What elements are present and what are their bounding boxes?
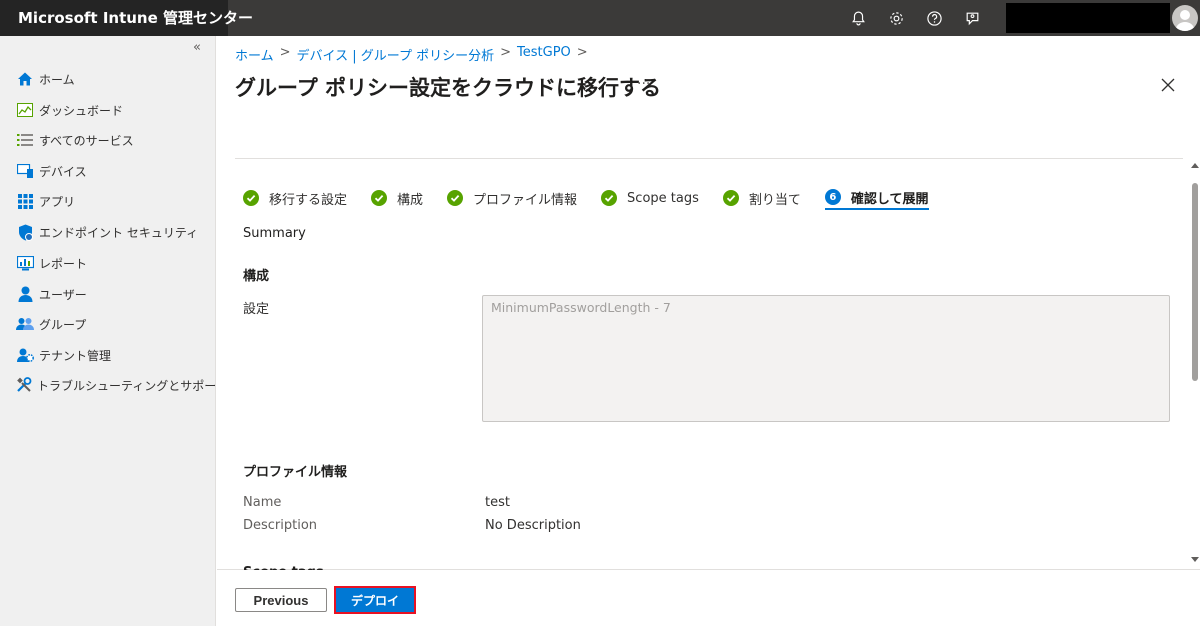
account-info-redacted[interactable] [1006,3,1170,33]
settings-value: MinimumPasswordLength - 7 [491,300,671,315]
avatar[interactable] [1172,5,1198,31]
summary-heading: Summary [243,226,306,241]
sidebar-item-label: テナント管理 [39,348,112,363]
profile-info-heading: プロファイル情報 [243,465,348,480]
close-icon[interactable] [1159,76,1177,94]
step-label: 移行する設定 [269,192,348,208]
settings-label: 設定 [243,302,270,317]
breadcrumb-separator: > [576,45,588,60]
name-value: test [485,495,510,510]
deploy-highlight: デプロイ [334,586,416,614]
step-number-badge: 6 [824,189,841,205]
sidebar-item-tenant-admin[interactable]: テナント管理 [0,341,216,369]
config-heading: 構成 [243,269,270,284]
sidebar-item-home[interactable]: ホーム [0,65,216,93]
step-review-deploy[interactable]: 6 確認して展開 [824,186,929,210]
step-profile-info[interactable]: プロファイル情報 [447,187,577,209]
checkmark-icon [243,190,259,206]
name-label: Name [243,495,282,510]
sidebar-item-dashboard[interactable]: ダッシュボード [0,96,216,124]
divider [235,158,1183,159]
step-configuration[interactable]: 構成 [371,187,423,209]
tenant-icon [16,346,34,364]
more-options-button[interactable]: ··· [637,76,650,92]
page-title: グループ ポリシー設定をクラウドに移行する [235,76,662,100]
step-label: Scope tags [627,190,699,206]
breadcrumb-separator: > [279,45,291,60]
description-label: Description [243,518,318,533]
breadcrumb-testgpo[interactable]: TestGPO [517,45,571,64]
scroll-up-arrow-icon[interactable] [1191,163,1199,168]
sidebar-item-users[interactable]: ユーザー [0,280,216,308]
sidebar: « ホーム ダッシュボード すべてのサービス デバイス アプリ エンドポイント … [0,36,228,626]
sidebar-item-troubleshooting[interactable]: トラブルシューティングとサポート [0,371,228,399]
step-scope-tags[interactable]: Scope tags [601,187,699,209]
sidebar-item-label: トラブルシューティングとサポート [37,378,229,393]
collapse-sidebar-icon[interactable]: « [193,40,201,55]
deploy-button[interactable]: デプロイ [336,588,414,612]
step-label: プロファイル情報 [473,192,578,208]
step-label: 確認して展開 [850,191,929,207]
sidebar-item-devices[interactable]: デバイス [0,157,216,185]
tools-icon [16,376,32,394]
notifications-icon[interactable] [839,0,877,36]
user-icon [16,285,34,303]
sidebar-item-label: レポート [39,256,88,271]
dashboard-icon [16,101,34,119]
sidebar-item-endpoint-security[interactable]: エンドポイント セキュリティ [0,218,216,246]
reports-icon [16,254,34,272]
breadcrumb-home[interactable]: ホーム [235,45,274,64]
checkmark-icon [601,190,618,206]
checkmark-icon [371,190,388,206]
sidebar-item-label: アプリ [39,194,76,209]
list-icon [16,131,34,149]
apps-icon [16,192,34,210]
sidebar-item-all-services[interactable]: すべてのサービス [0,126,216,154]
sidebar-item-apps[interactable]: アプリ [0,187,216,215]
breadcrumb-separator: > [500,45,512,60]
home-icon [16,70,34,88]
checkmark-icon [447,190,464,206]
breadcrumb: ホーム > デバイス | グループ ポリシー分析 > TestGPO > [235,45,588,64]
step-settings-to-migrate[interactable]: 移行する設定 [243,187,347,209]
scrollbar-thumb[interactable] [1192,183,1198,381]
settings-value-box[interactable]: MinimumPasswordLength - 7 [482,295,1170,422]
scroll-down-arrow-icon[interactable] [1191,557,1199,562]
vertical-scrollbar[interactable] [1190,159,1200,569]
sidebar-item-reports[interactable]: レポート [0,249,216,277]
wizard-steps: 移行する設定 構成 プロファイル情報 Scope tags 割り当て 6 確認し… [243,186,953,210]
checkmark-icon [722,190,739,206]
sidebar-item-label: デバイス [39,164,87,179]
top-bar: Microsoft Intune 管理センター [0,0,1200,36]
sidebar-item-label: グループ [39,317,87,332]
step-assignments[interactable]: 割り当て [722,187,801,209]
description-value: No Description [485,518,581,533]
feedback-icon[interactable] [953,0,991,36]
group-icon [16,315,34,333]
sidebar-item-label: ユーザー [39,287,87,302]
scope-tags-heading: Scope tags [243,562,324,570]
devices-icon [16,162,34,180]
main-panel: ホーム > デバイス | グループ ポリシー分析 > TestGPO > グルー… [217,36,1200,626]
footer-bar: Scope tags Previous デプロイ [217,565,1200,626]
app-title[interactable]: Microsoft Intune 管理センター [0,0,253,36]
step-label: 構成 [397,192,424,208]
sidebar-item-label: エンドポイント セキュリティ [39,225,199,240]
help-icon[interactable] [915,0,953,36]
sidebar-item-groups[interactable]: グループ [0,310,216,338]
sidebar-item-label: ホーム [39,72,75,87]
previous-button[interactable]: Previous [235,588,327,612]
breadcrumb-devices-gp-analytics[interactable]: デバイス | グループ ポリシー分析 [297,45,495,64]
shield-icon [16,223,34,241]
step-label: 割り当て [748,192,801,208]
sidebar-item-label: ダッシュボード [39,103,124,118]
settings-gear-icon[interactable] [877,0,915,36]
sidebar-item-label: すべてのサービス [39,133,134,148]
